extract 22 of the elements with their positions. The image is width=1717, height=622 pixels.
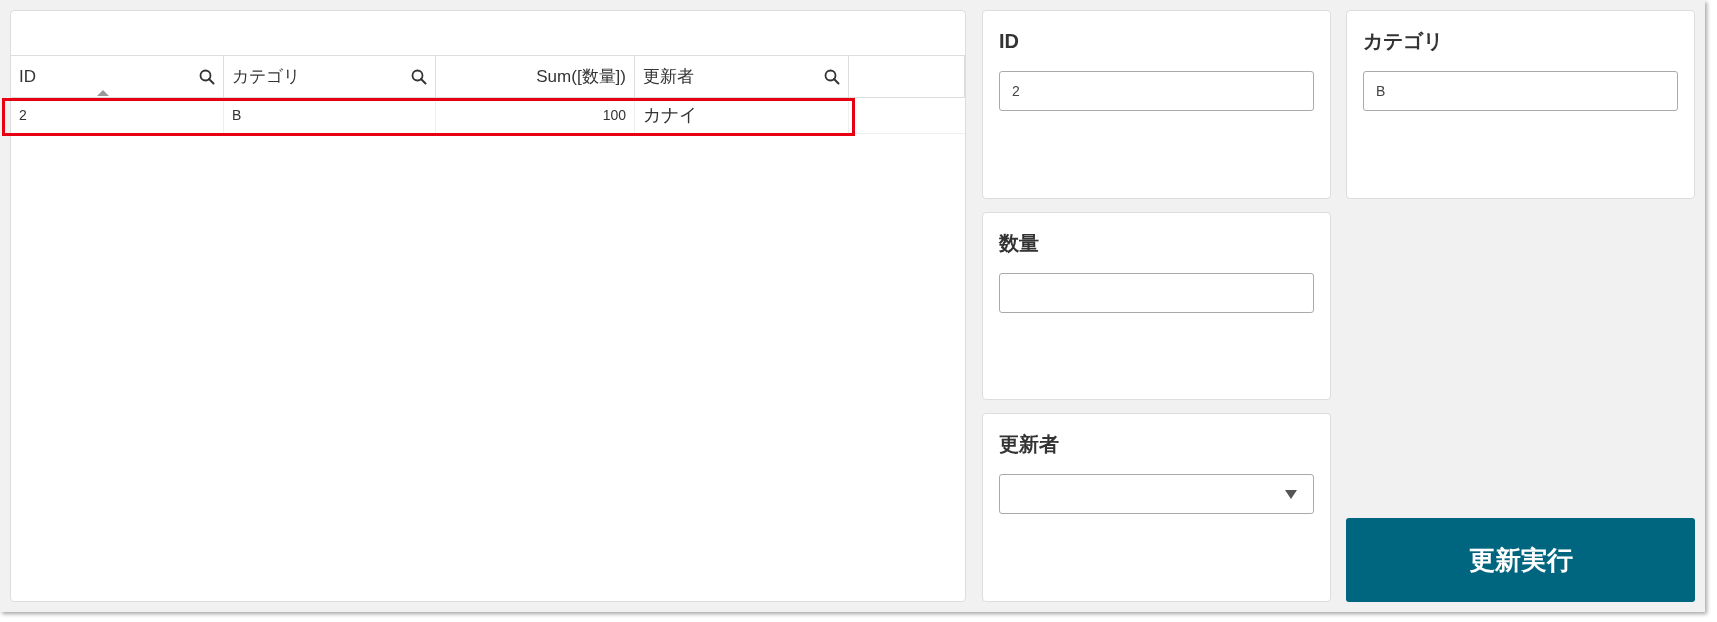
- field-label: 更新者: [999, 434, 1060, 455]
- search-icon[interactable]: [824, 68, 840, 85]
- search-icon[interactable]: [411, 68, 427, 85]
- table-cell: 100: [436, 98, 635, 133]
- column-header[interactable]: ID: [11, 56, 224, 97]
- field-label: ID: [999, 31, 1020, 51]
- column-header[interactable]: Sum([数量]): [436, 56, 635, 97]
- table-cell: B: [224, 98, 436, 133]
- sort-ascending-icon: [97, 90, 109, 96]
- input-field[interactable]: B: [1363, 71, 1678, 111]
- column-header[interactable]: 更新者: [635, 56, 849, 97]
- column-header[interactable]: カテゴリ: [224, 56, 436, 97]
- input-field[interactable]: 2: [999, 71, 1314, 111]
- update-button[interactable]: 更新実行: [1346, 518, 1695, 602]
- dropdown-field[interactable]: [999, 474, 1314, 515]
- field-label: 数量: [999, 232, 1040, 253]
- table-cell: 2: [11, 98, 224, 133]
- table-cell: カナイ: [635, 98, 849, 133]
- search-icon[interactable]: [199, 68, 215, 85]
- input-field[interactable]: [999, 272, 1314, 313]
- field-label: カテゴリ: [1363, 31, 1444, 51]
- caret-down-icon: [1285, 489, 1297, 499]
